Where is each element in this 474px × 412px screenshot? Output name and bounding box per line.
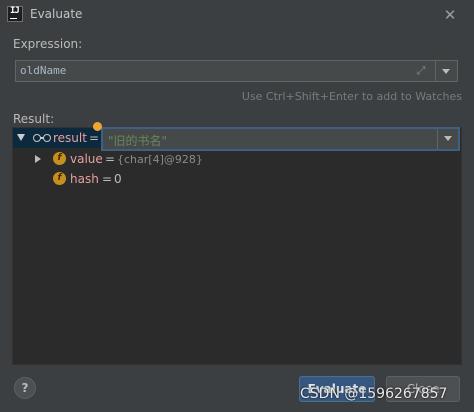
close-icon[interactable]: ✕ [440, 5, 460, 25]
lightbulb-icon[interactable] [93, 122, 102, 131]
collapse-icon[interactable] [17, 134, 25, 141]
expression-label: Expression: [13, 37, 83, 51]
field-value: {char[4]@928} [117, 153, 203, 166]
watches-hint: Use Ctrl+Shift+Enter to add to Watches [241, 90, 462, 103]
result-label: Result: [13, 112, 55, 126]
field-icon: f [53, 172, 66, 185]
field-value: 0 [114, 172, 122, 186]
expression-input[interactable]: oldName ⤢ [15, 60, 436, 82]
tree-row-hash[interactable]: f hash = 0 [13, 169, 313, 189]
expand-editor-icon[interactable]: ⤢ [413, 63, 429, 79]
chevron-down-icon [442, 69, 450, 74]
glasses-watch-icon [33, 134, 51, 142]
result-value-editor[interactable]: "旧的书名" [101, 127, 460, 151]
field-name: value [70, 152, 103, 166]
chevron-down-icon [444, 136, 452, 141]
intellij-idea-icon: IJ [7, 6, 23, 22]
tree-row-result[interactable]: result = [13, 128, 101, 148]
expand-icon[interactable] [35, 155, 41, 163]
expression-history-dropdown[interactable] [436, 60, 458, 82]
value-dropdown[interactable] [437, 129, 458, 149]
result-name: result [53, 131, 87, 145]
watermark: CSDN @1596267857 [300, 386, 448, 402]
field-equals: = [105, 152, 116, 166]
help-button[interactable]: ? [14, 377, 36, 399]
expression-text: oldName [20, 64, 67, 77]
result-equals: = [89, 131, 100, 145]
window-title: Evaluate [30, 7, 83, 21]
field-icon: f [53, 152, 66, 165]
field-name: hash [70, 172, 99, 186]
tree-row-value[interactable]: f value = {char[4]@928} [13, 149, 313, 169]
title-bar: IJ Evaluate ✕ [0, 0, 474, 30]
field-equals: = [102, 172, 113, 186]
result-tree[interactable]: result = "旧的书名" f value = {char[4]@928} … [12, 122, 462, 365]
result-value: "旧的书名" [108, 134, 168, 148]
